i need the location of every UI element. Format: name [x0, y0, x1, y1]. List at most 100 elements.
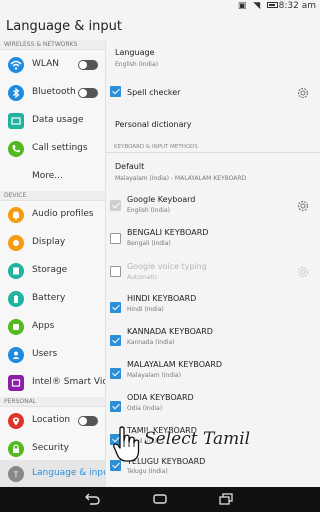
row-subtitle: Hindi (India) [127, 306, 164, 313]
language-row[interactable]: Language English (India) [106, 40, 320, 76]
keyboard-row-malayalam[interactable]: MALAYALAM KEYBOARD Malayalam (India) [106, 355, 320, 387]
sidebar-item-label: Security [32, 443, 69, 453]
sidebar-item-label: Users [32, 349, 58, 359]
settings-sidebar: WIRELESS & NETWORKS WLAN Bluetooth Data … [0, 40, 105, 487]
row-title: Personal dictionary [115, 120, 192, 129]
data-usage-icon [8, 113, 24, 129]
sidebar-item-data-usage[interactable]: Data usage [0, 107, 105, 135]
row-subtitle: Kannada (India) [127, 339, 175, 346]
section-header-wireless: WIRELESS & NETWORKS [0, 40, 105, 50]
keyboard-checkbox[interactable] [110, 401, 121, 412]
keyboard-row-google[interactable]: Google Keyboard English (India) [106, 190, 320, 222]
navigation-bar [0, 487, 320, 512]
sidebar-item-label: More... [32, 171, 63, 181]
sidebar-item-label: Location [32, 415, 71, 425]
back-icon[interactable] [82, 492, 102, 506]
row-subtitle: English (India) [115, 61, 158, 68]
gear-icon[interactable] [296, 199, 310, 213]
sidebar-item-bluetooth[interactable]: Bluetooth [0, 79, 105, 107]
row-subtitle: English (India) [127, 207, 170, 214]
bell-icon [8, 207, 24, 223]
keyboard-row-hindi[interactable]: HINDI KEYBOARD Hindi (India) [106, 289, 320, 321]
section-header-personal: PERSONAL [0, 397, 105, 407]
row-title: Language [115, 48, 155, 57]
keyboard-checkbox[interactable] [110, 368, 121, 379]
sidebar-item-call-settings[interactable]: Call settings [0, 135, 105, 163]
row-title: KANNADA KEYBOARD [127, 327, 213, 336]
image-icon: ▣ [237, 1, 249, 11]
keyboard-row-google-voice[interactable]: Google voice typing Automatic [106, 256, 320, 288]
sidebar-item-location[interactable]: Location [0, 407, 105, 435]
bluetooth-icon [8, 85, 24, 101]
row-subtitle: Malayalam (India) - MALAYALAM KEYBOARD [115, 175, 247, 182]
sidebar-item-audio-profiles[interactable]: Audio profiles [0, 201, 105, 229]
keyboard-checkbox[interactable] [110, 200, 121, 211]
spell-checker-row[interactable]: Spell checker [106, 78, 320, 108]
keyboard-checkbox[interactable] [110, 335, 121, 346]
sidebar-item-battery[interactable]: Battery [0, 285, 105, 313]
personal-dictionary-row[interactable]: Personal dictionary [106, 110, 320, 140]
sidebar-item-label: Intel® Smart Vid [32, 377, 105, 387]
sidebar-item-apps[interactable]: Apps [0, 313, 105, 341]
keyboard-checkbox[interactable] [110, 233, 121, 244]
keyboard-row-kannada[interactable]: KANNADA KEYBOARD Kannada (India) [106, 322, 320, 354]
sidebar-item-users[interactable]: Users [0, 341, 105, 369]
row-subtitle: Bengali (India) [127, 240, 171, 247]
row-subtitle: Telugu (India) [127, 468, 168, 475]
users-icon [8, 347, 24, 363]
row-subtitle: Automatic [127, 274, 158, 281]
row-subtitle: Malayalam (India) [127, 372, 181, 379]
home-icon[interactable] [150, 492, 170, 506]
bluetooth-toggle[interactable] [78, 88, 98, 98]
wifi-status-icon: ◥ [253, 1, 263, 11]
battery-status-icon [267, 2, 278, 8]
status-icons: ▣ ◥ [238, 1, 278, 11]
sidebar-item-storage[interactable]: Storage [0, 257, 105, 285]
sidebar-item-label: Storage [32, 265, 68, 275]
display-icon [8, 235, 24, 251]
storage-icon [8, 263, 24, 279]
sidebar-item-label: Language & inpu [32, 468, 105, 478]
keyboard-checkbox[interactable] [110, 266, 121, 277]
apps-icon [8, 319, 24, 335]
intel-icon [8, 375, 24, 391]
wifi-icon [8, 57, 24, 73]
row-title: Google voice typing [127, 262, 207, 271]
svg-text:T: T [14, 471, 19, 480]
sidebar-item-label: WLAN [32, 59, 60, 69]
title-bar: Language & input [0, 14, 320, 40]
phone-icon [8, 141, 24, 157]
tutorial-caption: Select Tamil [144, 429, 251, 449]
recent-apps-icon[interactable] [216, 492, 236, 506]
section-header-device: DEVICE [0, 191, 105, 201]
sidebar-item-more[interactable]: More... [0, 163, 105, 191]
row-title: Spell checker [127, 88, 181, 97]
sidebar-item-display[interactable]: Display [0, 229, 105, 257]
sidebar-item-intel-smart-video[interactable]: Intel® Smart Vid [0, 369, 105, 397]
sidebar-item-label: Audio profiles [32, 209, 94, 219]
default-keyboard-row[interactable]: Default Malayalam (India) - MALAYALAM KE… [106, 155, 320, 189]
row-subtitle: Odia (India) [127, 405, 163, 412]
row-title: Default [115, 162, 145, 171]
clock: 8:32 am [278, 1, 316, 11]
sidebar-item-security[interactable]: Security [0, 435, 105, 463]
sidebar-item-language-input[interactable]: T Language & inpu [0, 460, 105, 487]
row-title: MALAYALAM KEYBOARD [127, 360, 223, 369]
status-bar: ▣ ◥ 8:32 am [0, 0, 320, 14]
sidebar-item-label: Bluetooth [32, 87, 76, 97]
location-toggle[interactable] [78, 416, 98, 426]
wlan-toggle[interactable] [78, 60, 98, 70]
spell-checker-checkbox[interactable] [110, 86, 121, 97]
keyboard-checkbox[interactable] [110, 302, 121, 313]
location-icon [8, 413, 24, 429]
gear-icon[interactable] [296, 86, 310, 100]
page-title: Language & input [6, 19, 122, 34]
keyboard-row-odia[interactable]: ODIA KEYBOARD Odia (India) [106, 388, 320, 420]
pointing-hand-icon [113, 426, 140, 462]
row-title: ODIA KEYBOARD [127, 393, 194, 402]
language-input-panel: Language English (India) Spell checker P… [106, 40, 320, 487]
sidebar-item-label: Call settings [32, 143, 88, 153]
keyboard-row-bengali[interactable]: BENGALI KEYBOARD Bengali (India) [106, 223, 320, 255]
sidebar-item-wlan[interactable]: WLAN [0, 51, 105, 79]
row-title: Google Keyboard [127, 195, 196, 204]
